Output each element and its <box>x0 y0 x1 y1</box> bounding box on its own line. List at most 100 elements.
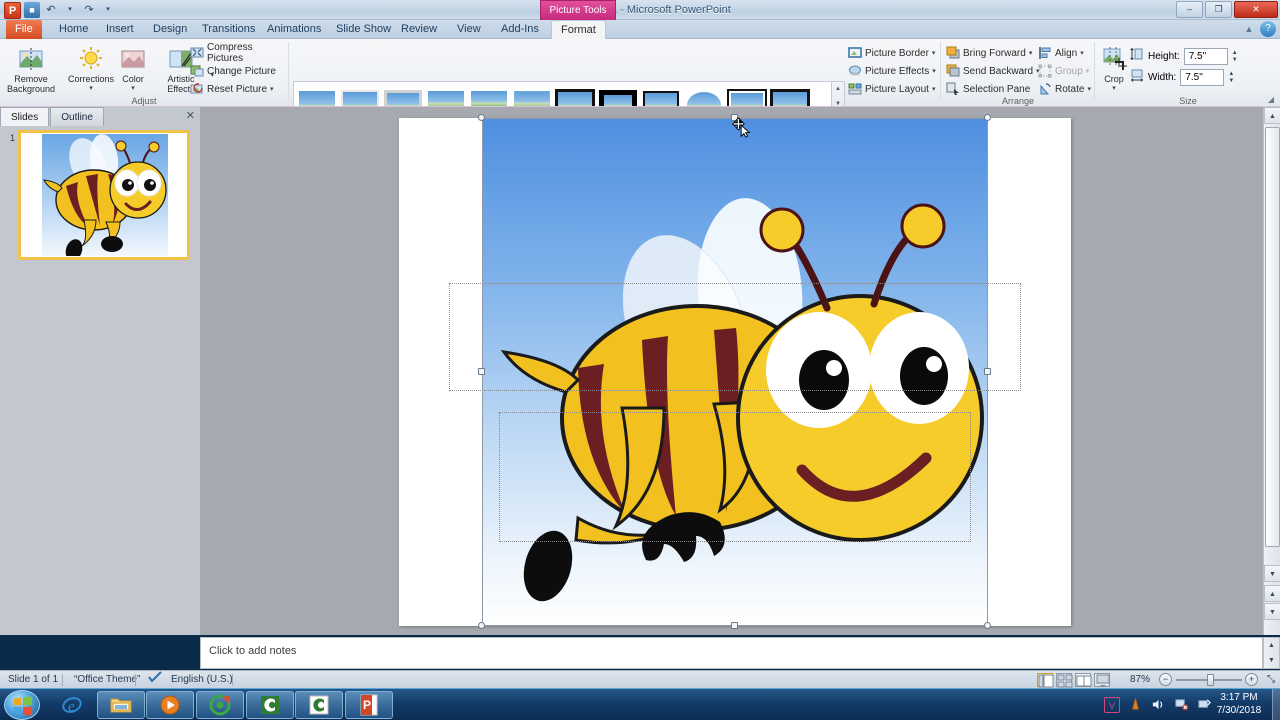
taskbar-item-powerpoint[interactable]: P <box>345 691 393 719</box>
tab-slides[interactable]: Slides <box>0 107 50 126</box>
slides-outline-pane: Slides Outline ✕ 1 <box>0 107 200 635</box>
notes-vertical-scrollbar[interactable]: ▲ ▼ <box>1263 637 1280 669</box>
corrections-dropdown-icon[interactable]: ▾ <box>89 84 93 94</box>
change-picture-button[interactable]: Change Picture <box>190 62 288 80</box>
reading-view-button[interactable] <box>1075 673 1092 687</box>
slide-thumbnail-selected[interactable] <box>18 130 190 260</box>
restore-button[interactable]: ❐ <box>1205 1 1232 18</box>
tab-review[interactable]: Review <box>392 20 446 39</box>
tab-slide-show[interactable]: Slide Show <box>327 20 400 39</box>
send-backward-button[interactable]: Send Backward ▾ <box>946 62 1040 80</box>
picture-layout-button[interactable]: Picture Layout ▾ <box>848 80 936 98</box>
notes-placeholder: Click to add notes <box>209 645 297 657</box>
slide-area-vertical-scrollbar[interactable]: ▲ ▼ ▲ ▼ <box>1263 107 1280 635</box>
notes-pane[interactable]: Click to add notes <box>200 637 1263 669</box>
taskbar-item-internet-explorer[interactable]: e <box>48 691 96 719</box>
notes-scroll-down-icon[interactable]: ▼ <box>1264 653 1279 668</box>
slide-show-view-button[interactable] <box>1094 673 1110 687</box>
crop-dropdown-icon[interactable]: ▾ <box>1112 84 1116 94</box>
tab-view[interactable]: View <box>448 20 490 39</box>
resize-handle-top-right[interactable] <box>984 114 991 121</box>
start-orb-icon[interactable] <box>4 690 40 720</box>
tab-file[interactable]: File <box>6 20 42 39</box>
crop-button[interactable]: Crop ▾ <box>1098 43 1130 94</box>
selection-pane-icon <box>946 82 960 96</box>
reset-picture-dropdown-icon[interactable]: ▾ <box>270 85 274 93</box>
picture-border-dropdown-icon[interactable]: ▾ <box>932 49 936 57</box>
zoom-slider-knob[interactable] <box>1207 674 1214 686</box>
picture-effects-dropdown-icon[interactable]: ▾ <box>932 67 936 75</box>
zoom-percentage[interactable]: 87% <box>1130 671 1150 689</box>
show-desktop-button[interactable] <box>1272 689 1280 720</box>
picture-effects-button[interactable]: Picture Effects ▾ <box>848 62 936 80</box>
slide-sorter-view-button[interactable] <box>1056 673 1073 688</box>
taskbar-item-camtasia-recorder[interactable] <box>196 691 244 719</box>
width-input[interactable]: 7.5" <box>1180 69 1225 86</box>
volume-tray-icon[interactable] <box>1150 697 1166 713</box>
rotate-dropdown-icon[interactable]: ▾ <box>1087 85 1091 93</box>
picture-border-button[interactable]: Picture Border ▾ <box>848 44 936 62</box>
bring-forward-dropdown-icon[interactable]: ▾ <box>1029 49 1033 57</box>
resize-handle-top-left[interactable] <box>478 114 485 121</box>
close-pane-icon[interactable]: ✕ <box>186 109 195 122</box>
previous-slide-icon[interactable]: ▲ <box>1264 585 1280 602</box>
minimize-button[interactable]: – <box>1176 1 1203 18</box>
size-dialog-launcher[interactable]: ◢ <box>1268 95 1274 104</box>
picture-layout-dropdown-icon[interactable]: ▾ <box>932 85 936 93</box>
avira-tray-icon[interactable]: V <box>1104 697 1120 713</box>
slide-edit-area[interactable] <box>200 107 1263 635</box>
tab-home[interactable]: Home <box>50 20 97 39</box>
tab-format[interactable]: Format <box>551 20 606 39</box>
close-button[interactable]: ✕ <box>1234 1 1278 18</box>
compress-pictures-button[interactable]: Compress Pictures <box>190 42 288 64</box>
slide-thumbnail-list[interactable]: 1 <box>0 126 200 635</box>
resize-handle-bottom-left[interactable] <box>478 622 485 629</box>
tab-design[interactable]: Design <box>144 20 196 39</box>
slide-indicator[interactable]: Slide 1 of 1 <box>0 671 66 689</box>
slide-list-item[interactable]: 1 <box>4 130 196 260</box>
normal-view-button[interactable] <box>1037 673 1054 688</box>
align-button[interactable]: Align ▾ <box>1038 44 1091 62</box>
clock-date: 7/30/2018 <box>1216 705 1262 716</box>
scroll-down-icon[interactable]: ▼ <box>1264 565 1280 582</box>
help-icon[interactable]: ? <box>1260 21 1276 37</box>
tab-transitions[interactable]: Transitions <box>193 20 264 39</box>
resize-handle-bottom-right[interactable] <box>984 622 991 629</box>
resize-handle-middle-right[interactable] <box>984 368 991 375</box>
tab-add-ins[interactable]: Add-Ins <box>492 20 548 39</box>
zoom-out-button[interactable]: − <box>1159 673 1172 686</box>
tab-animations[interactable]: Animations <box>258 20 330 39</box>
scroll-up-icon[interactable]: ▲ <box>1264 107 1280 124</box>
taskbar-item-media-player[interactable] <box>146 691 194 719</box>
network-tray-icon[interactable] <box>1173 697 1189 713</box>
zoom-in-button[interactable]: + <box>1245 673 1258 686</box>
taskbar-item-windows-explorer[interactable] <box>97 691 145 719</box>
bring-forward-button[interactable]: Bring Forward ▾ <box>946 44 1040 62</box>
language-indicator[interactable]: English (U.S.) <box>163 671 241 689</box>
resize-handle-middle-left[interactable] <box>478 368 485 375</box>
taskbar-item-camtasia-studio-2[interactable] <box>295 691 343 719</box>
tab-outline[interactable]: Outline <box>50 107 104 126</box>
notes-scroll-up-icon[interactable]: ▲ <box>1264 638 1279 653</box>
color-dropdown-icon[interactable]: ▾ <box>131 84 135 94</box>
next-slide-icon[interactable]: ▼ <box>1264 603 1280 620</box>
action-center-tray-icon[interactable] <box>1196 697 1212 713</box>
vlc-tray-icon[interactable] <box>1127 697 1143 713</box>
slide-canvas[interactable] <box>399 114 1071 629</box>
taskbar-item-camtasia-studio-1[interactable] <box>246 691 294 719</box>
color-button[interactable]: Color ▾ <box>110 43 156 94</box>
height-input[interactable]: 7.5" <box>1183 48 1228 65</box>
tab-insert[interactable]: Insert <box>97 20 143 39</box>
remove-background-button[interactable]: Remove Background <box>2 43 60 94</box>
height-stepper[interactable]: ▲ ▼ <box>1232 50 1238 64</box>
gallery-scroll-up-icon[interactable]: ▲ <box>835 86 841 92</box>
fit-slide-to-window-button[interactable]: ⤡ <box>1264 671 1278 689</box>
collapse-ribbon-icon[interactable]: ▲ <box>1241 21 1257 37</box>
taskbar-clock[interactable]: 3:17 PM 7/30/2018 <box>1212 691 1266 717</box>
width-stepper[interactable]: ▲ ▼ <box>1228 71 1234 85</box>
align-dropdown-icon[interactable]: ▾ <box>1080 49 1084 57</box>
resize-handle-bottom-center[interactable] <box>731 622 738 629</box>
scrollbar-thumb[interactable] <box>1265 127 1280 547</box>
width-label: Width: <box>1148 72 1177 83</box>
bee-picture[interactable] <box>482 118 988 626</box>
